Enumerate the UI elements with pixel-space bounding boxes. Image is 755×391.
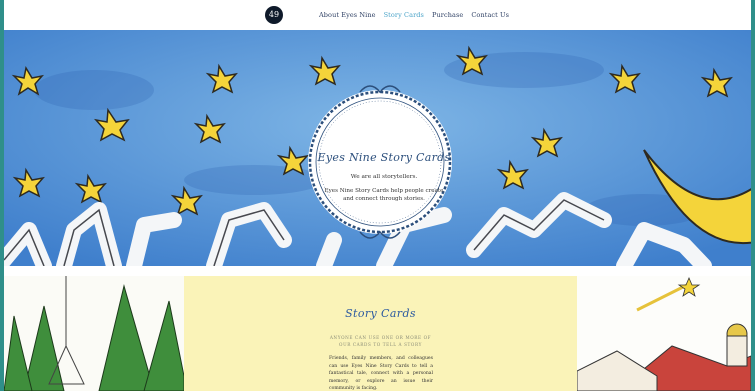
story-cards-subtitle-line2: our cards to tell a story xyxy=(339,342,422,347)
hero-tagline: We are all storytellers. xyxy=(350,174,418,180)
hero-description: Eyes Nine Story Cards help people create… xyxy=(324,188,444,202)
hero-badge: Eyes Nine Story Cards We are all storyte… xyxy=(300,98,468,230)
hero-title: Eyes Nine Story Cards xyxy=(317,151,451,164)
story-cards-title: Story Cards xyxy=(345,307,416,320)
nav-contact[interactable]: Contact Us xyxy=(471,11,509,19)
nav-about[interactable]: About Eyes Nine xyxy=(319,11,376,19)
trees-illustration xyxy=(4,276,184,391)
logo-mark[interactable]: 49 xyxy=(265,6,283,24)
nav-story-cards[interactable]: Story Cards xyxy=(384,11,424,19)
nav-purchase[interactable]: Purchase xyxy=(432,11,463,19)
hero-banner: Eyes Nine Story Cards We are all storyte… xyxy=(4,30,751,266)
main-nav: About Eyes Nine Story Cards Purchase Con… xyxy=(319,11,509,19)
story-cards-subtitle-line1: Anyone can use one or more of xyxy=(329,335,432,340)
village-illustration xyxy=(577,276,751,391)
story-cards-panel: Story Cards Anyone can use one or more o… xyxy=(184,276,577,391)
page: 49 About Eyes Nine Story Cards Purchase … xyxy=(4,0,751,391)
story-cards-subtitle: Anyone can use one or more of our cards … xyxy=(304,334,457,348)
story-cards-section: Story Cards Anyone can use one or more o… xyxy=(4,276,751,391)
story-cards-body: Friends, family members, and colleagues … xyxy=(329,356,433,391)
site-header: 49 About Eyes Nine Story Cards Purchase … xyxy=(4,0,751,30)
